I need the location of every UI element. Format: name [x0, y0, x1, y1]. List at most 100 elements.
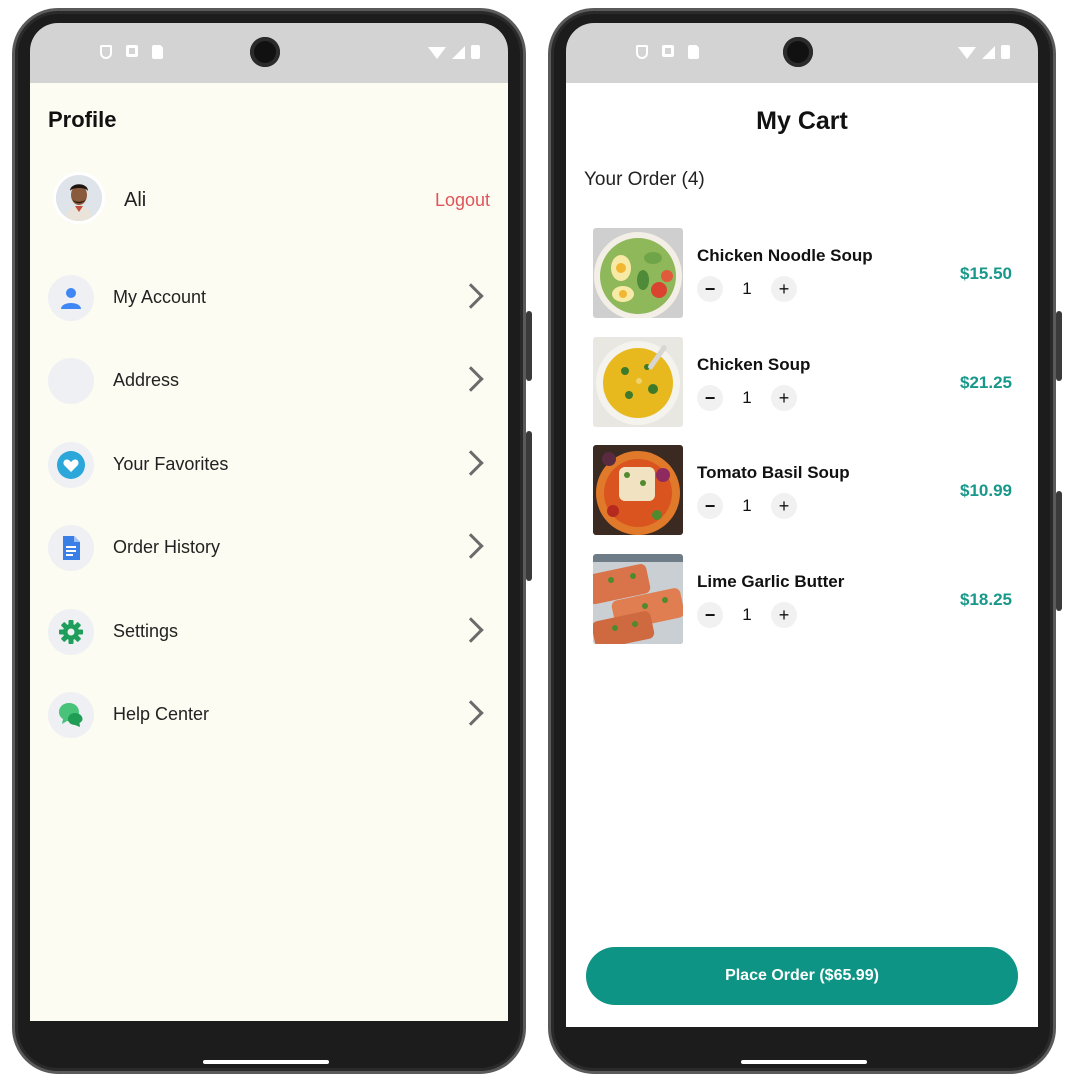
- decrease-quantity-button[interactable]: −: [697, 276, 723, 302]
- home-indicator[interactable]: [741, 1060, 867, 1064]
- menu-item-label: My Account: [113, 287, 207, 307]
- menu-item-order-history[interactable]: Order History: [30, 509, 508, 592]
- menu-item-label: Settings: [113, 620, 179, 641]
- shield-icon: [100, 45, 112, 59]
- chevron-right-icon: [458, 366, 484, 393]
- quantity-stepper: − 1 +: [697, 276, 797, 302]
- user-name: Ali: [124, 189, 147, 211]
- power-button: [526, 311, 532, 381]
- heart-icon: [48, 441, 94, 488]
- sim-card-icon: [688, 45, 699, 59]
- menu-item-my-account[interactable]: My Account: [30, 259, 508, 342]
- shield-icon: [636, 45, 648, 59]
- status-bar: [30, 23, 508, 83]
- quantity-stepper: − 1 +: [697, 384, 797, 411]
- chevron-right-icon: [458, 700, 484, 726]
- status-bar: [566, 23, 1038, 83]
- document-icon: [48, 525, 94, 572]
- cart-item: Chicken Noodle Soup − 1 + $15.50: [566, 224, 1038, 333]
- decrease-quantity-button[interactable]: −: [697, 601, 723, 628]
- food-image: [593, 336, 683, 427]
- status-icons-left: [100, 45, 163, 59]
- quantity-stepper: − 1 +: [697, 601, 797, 628]
- food-image: [593, 553, 683, 644]
- food-image: [593, 445, 683, 535]
- quantity-value: 1: [742, 387, 752, 407]
- increase-quantity-button[interactable]: +: [771, 276, 797, 302]
- cart-screen: My Cart Your Order (4) Chicken Noodle So…: [566, 23, 1038, 1049]
- menu-item-label: Address: [113, 370, 180, 391]
- menu-item-address[interactable]: Address: [30, 342, 508, 425]
- increase-quantity-button[interactable]: +: [771, 384, 797, 411]
- sim-card-icon: [152, 45, 163, 59]
- cart-phone-frame: My Cart Your Order (4) Chicken Noodle So…: [548, 8, 1062, 1074]
- minus-icon: −: [704, 279, 716, 299]
- menu-item-label: Help Center: [113, 703, 210, 724]
- item-price: $10.99: [960, 481, 1012, 500]
- plus-icon: +: [778, 604, 790, 625]
- menu-item-favorites[interactable]: Your Favorites: [30, 426, 508, 509]
- item-name: Chicken Soup: [697, 354, 811, 374]
- signal-icon: [982, 46, 995, 59]
- status-icons-right: [958, 45, 1010, 59]
- chevron-right-icon: [458, 533, 484, 559]
- menu-item-settings[interactable]: Settings: [30, 593, 508, 676]
- menu-item-help-center[interactable]: Help Center: [30, 676, 508, 759]
- menu-item-label: Order History: [113, 537, 221, 558]
- quantity-value: 1: [742, 496, 752, 515]
- item-name: Lime Garlic Butter: [697, 571, 845, 591]
- wifi-icon: [958, 47, 976, 59]
- notification-icon: [662, 45, 674, 57]
- avatar-photo: [56, 175, 102, 221]
- quantity-value: 1: [742, 604, 752, 624]
- quantity-value: 1: [742, 279, 752, 298]
- cart-content: My Cart Your Order (4) Chicken Noodle So…: [566, 83, 1038, 1027]
- volume-button: [526, 431, 532, 581]
- item-name: Tomato Basil Soup: [697, 463, 850, 482]
- cart-item: Tomato Basil Soup − 1 + $10.99: [566, 441, 1038, 550]
- chevron-right-icon: [458, 450, 484, 476]
- profile-content: Profile Ali Logout My Account Address Yo…: [30, 83, 508, 1021]
- front-camera: [250, 37, 280, 67]
- profile-menu: My Account Address Your Favorites Order …: [30, 259, 508, 759]
- quantity-stepper: − 1 +: [697, 493, 797, 519]
- chevron-right-icon: [458, 283, 484, 309]
- page-title: Profile: [48, 107, 117, 132]
- logout-button[interactable]: Logout: [435, 190, 490, 211]
- profile-screen: Profile Ali Logout My Account Address Yo…: [30, 23, 508, 1049]
- cart-list: Chicken Noodle Soup − 1 + $15.50 Chicken…: [566, 224, 1038, 658]
- order-count: Your Order (4): [584, 169, 705, 190]
- status-icons-left: [636, 45, 699, 59]
- increase-quantity-button[interactable]: +: [771, 493, 797, 519]
- status-icons-right: [428, 45, 480, 59]
- chat-icon: [48, 691, 94, 738]
- address-icon: [48, 358, 94, 405]
- item-price: $18.25: [960, 589, 1012, 609]
- plus-icon: +: [778, 279, 790, 299]
- avatar[interactable]: [56, 175, 102, 221]
- notification-icon: [126, 45, 138, 57]
- chevron-right-icon: [458, 616, 484, 643]
- minus-icon: −: [704, 604, 716, 625]
- minus-icon: −: [704, 496, 716, 516]
- home-indicator[interactable]: [203, 1060, 329, 1064]
- wifi-icon: [428, 47, 446, 59]
- item-name: Chicken Noodle Soup: [697, 246, 873, 265]
- food-image: [593, 228, 683, 318]
- person-icon: [48, 275, 94, 321]
- battery-icon: [471, 45, 480, 59]
- item-price: $15.50: [960, 264, 1012, 283]
- volume-button: [1056, 491, 1062, 611]
- cart-item: Lime Garlic Butter − 1 + $18.25: [566, 550, 1038, 659]
- place-order-button[interactable]: Place Order ($65.99): [586, 947, 1018, 1005]
- plus-icon: +: [778, 496, 790, 516]
- minus-icon: −: [704, 387, 716, 408]
- battery-icon: [1001, 45, 1010, 59]
- plus-icon: +: [778, 387, 790, 408]
- decrease-quantity-button[interactable]: −: [697, 384, 723, 411]
- menu-item-label: Your Favorites: [113, 453, 229, 474]
- decrease-quantity-button[interactable]: −: [697, 493, 723, 519]
- page-title: My Cart: [756, 107, 848, 135]
- increase-quantity-button[interactable]: +: [771, 601, 797, 628]
- power-button: [1056, 311, 1062, 381]
